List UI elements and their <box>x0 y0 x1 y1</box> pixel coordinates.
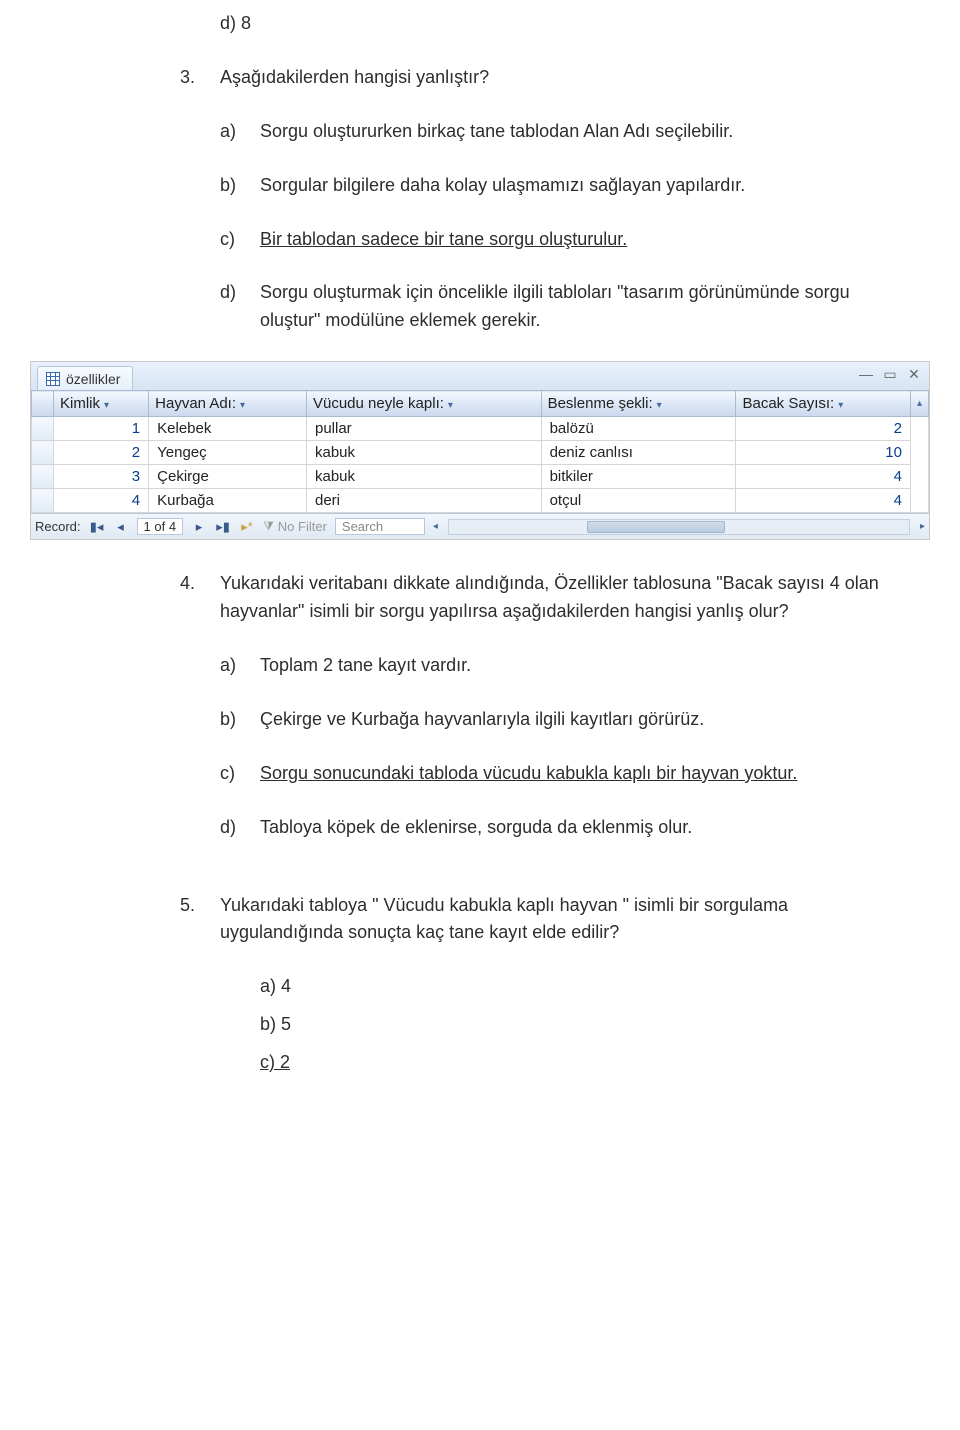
q3-d-num: d) <box>220 279 260 335</box>
q3-c-num: c) <box>220 226 260 254</box>
table-row[interactable]: 3 Çekirge kabuk bitkiler 4 <box>32 465 929 489</box>
cell-vucut[interactable]: deri <box>306 489 541 513</box>
cell-kimlik[interactable]: 3 <box>54 465 149 489</box>
cell-kimlik[interactable]: 2 <box>54 441 149 465</box>
chevron-down-icon[interactable]: ▾ <box>448 400 453 411</box>
q4-d-num: d) <box>220 814 260 842</box>
cell-bacak[interactable]: 10 <box>736 441 910 465</box>
chevron-down-icon[interactable]: ▾ <box>838 400 843 411</box>
table-row[interactable]: 4 Kurbağa deri otçul 4 <box>32 489 929 513</box>
scroll-left-button[interactable]: ◂ <box>433 521 438 532</box>
q4-option-a: Toplam 2 tane kayıt vardır. <box>260 652 880 680</box>
col-beslenme[interactable]: Beslenme şekli:▾ <box>541 391 736 417</box>
q2-option-d: d) 8 <box>220 13 251 33</box>
q5-option-c: c) 2 <box>260 1052 290 1072</box>
first-record-button[interactable]: ▮◂ <box>89 519 105 535</box>
record-label: Record: <box>35 519 81 534</box>
cell-beslenme[interactable]: deniz canlısı <box>541 441 736 465</box>
record-navigator: Record: ▮◂ ◂ 1 of 4 ▸ ▸▮ ▸* ⧩ No Filter … <box>31 513 929 539</box>
col-hayvan[interactable]: Hayvan Adı:▾ <box>149 391 307 417</box>
access-table-window: özellikler — ▭ ✕ Kimlik▾ Hayvan Adı:▾ Vü… <box>30 361 930 540</box>
scrollbar-thumb[interactable] <box>587 521 725 533</box>
q3-option-b: Sorgular bilgilere daha kolay ulaşmamızı… <box>260 172 880 200</box>
cell-beslenme[interactable]: otçul <box>541 489 736 513</box>
q3-a-num: a) <box>220 118 260 146</box>
chevron-down-icon[interactable]: ▾ <box>240 400 245 411</box>
q3-stem: Aşağıdakilerden hangisi yanlıştır? <box>220 64 880 92</box>
data-grid: Kimlik▾ Hayvan Adı:▾ Vücudu neyle kaplı:… <box>31 390 929 513</box>
cell-kimlik[interactable]: 1 <box>54 417 149 441</box>
cell-vucut[interactable]: pullar <box>306 417 541 441</box>
q4-number: 4. <box>180 570 220 626</box>
cell-bacak[interactable]: 4 <box>736 489 910 513</box>
restore-icon[interactable]: ▭ <box>881 366 899 383</box>
row-selector-header[interactable] <box>32 391 54 417</box>
q4-option-b: Çekirge ve Kurbağa hayvanlarıyla ilgili … <box>260 706 880 734</box>
col-vucut[interactable]: Vücudu neyle kaplı:▾ <box>306 391 541 417</box>
q5-option-b: b) 5 <box>260 1014 291 1034</box>
q5-number: 5. <box>180 892 220 948</box>
chevron-down-icon[interactable]: ▾ <box>657 400 662 411</box>
cell-hayvan[interactable]: Kelebek <box>149 417 307 441</box>
q4-a-num: a) <box>220 652 260 680</box>
horizontal-scrollbar[interactable] <box>448 519 910 535</box>
last-record-button[interactable]: ▸▮ <box>215 519 231 535</box>
q3-option-d: Sorgu oluşturmak için öncelikle ilgili t… <box>260 279 880 335</box>
q3-b-num: b) <box>220 172 260 200</box>
next-record-button[interactable]: ▸ <box>191 519 207 535</box>
q4-b-num: b) <box>220 706 260 734</box>
cell-vucut[interactable]: kabuk <box>306 441 541 465</box>
cell-kimlik[interactable]: 4 <box>54 489 149 513</box>
table-row[interactable]: 1 Kelebek pullar balözü 2 <box>32 417 929 441</box>
cell-hayvan[interactable]: Kurbağa <box>149 489 307 513</box>
cell-beslenme[interactable]: balözü <box>541 417 736 441</box>
cell-hayvan[interactable]: Yengeç <box>149 441 307 465</box>
minimize-icon[interactable]: — <box>857 366 875 383</box>
table-icon <box>46 372 60 386</box>
chevron-up-icon[interactable]: ▴ <box>917 398 922 409</box>
q5-option-a: a) 4 <box>260 976 291 996</box>
tab-label: özellikler <box>66 371 120 387</box>
funnel-icon: ⧩ <box>263 519 274 534</box>
q4-c-num: c) <box>220 760 260 788</box>
q4-option-d: Tabloya köpek de eklenirse, sorguda da e… <box>260 814 880 842</box>
q3-number: 3. <box>180 64 220 92</box>
cell-hayvan[interactable]: Çekirge <box>149 465 307 489</box>
q3-option-a: Sorgu oluştururken birkaç tane tablodan … <box>260 118 880 146</box>
tab-ozellikler[interactable]: özellikler <box>37 366 133 390</box>
chevron-down-icon[interactable]: ▾ <box>104 400 109 411</box>
cell-bacak[interactable]: 4 <box>736 465 910 489</box>
col-kimlik[interactable]: Kimlik▾ <box>54 391 149 417</box>
q4-option-c: Sorgu sonucundaki tabloda vücudu kabukla… <box>260 760 880 788</box>
q4-stem: Yukarıdaki veritabanı dikkate alındığınd… <box>220 570 880 626</box>
vertical-scrollbar[interactable]: ▴ <box>910 391 928 417</box>
table-row[interactable]: 2 Yengeç kabuk deniz canlısı 10 <box>32 441 929 465</box>
cell-beslenme[interactable]: bitkiler <box>541 465 736 489</box>
record-counter[interactable]: 1 of 4 <box>137 518 184 535</box>
filter-indicator[interactable]: ⧩ No Filter <box>263 519 327 534</box>
close-icon[interactable]: ✕ <box>905 366 923 383</box>
col-bacak[interactable]: Bacak Sayısı:▾ <box>736 391 910 417</box>
prev-record-button[interactable]: ◂ <box>113 519 129 535</box>
q3-option-c: Bir tablodan sadece bir tane sorgu oluşt… <box>260 226 880 254</box>
cell-bacak[interactable]: 2 <box>736 417 910 441</box>
scroll-right-button[interactable]: ▸ <box>920 521 925 532</box>
cell-vucut[interactable]: kabuk <box>306 465 541 489</box>
tab-bar: özellikler — ▭ ✕ <box>31 362 929 390</box>
search-input[interactable]: Search <box>335 518 425 535</box>
new-record-button[interactable]: ▸* <box>239 519 255 535</box>
q5-stem: Yukarıdaki tabloya " Vücudu kabukla kapl… <box>220 892 880 948</box>
